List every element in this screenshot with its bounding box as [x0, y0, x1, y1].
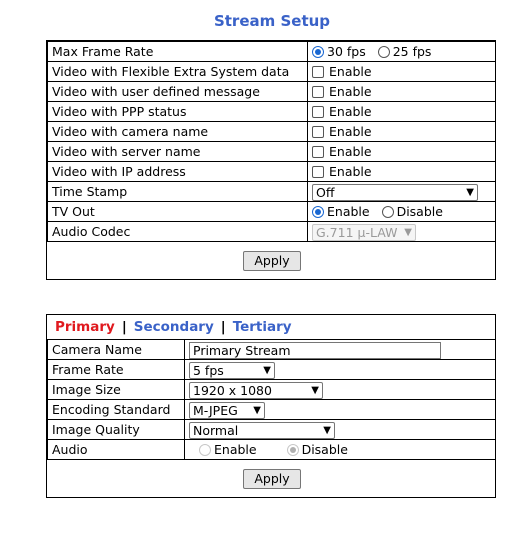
row-label: Video with Flexible Extra System data — [47, 61, 308, 82]
row-camera-name: Video with camera name Enable — [47, 121, 496, 142]
audio-disable-label: Disable — [301, 442, 348, 457]
stream-setup-table: Max Frame Rate 30 fps 25 fps Video with … — [47, 41, 496, 242]
row-label: Video with PPP status — [47, 101, 308, 122]
row-time-stamp: Time Stamp Off ▼ — [47, 181, 496, 202]
chevron-down-icon: ▼ — [263, 365, 271, 376]
frame-rate-30-label: 30 fps — [327, 44, 366, 59]
ip-address-checkbox[interactable] — [312, 166, 324, 178]
audio-enable-radio — [199, 444, 211, 456]
enable-label: Enable — [329, 124, 372, 139]
row-audio-codec: Audio Codec G.711 μ-LAW ▼ — [47, 221, 496, 242]
row-label: Encoding Standard — [47, 399, 185, 420]
row-label: Video with server name — [47, 141, 308, 162]
row-ppp-status: Video with PPP status Enable — [47, 101, 496, 122]
user-defined-message-checkbox[interactable] — [312, 86, 324, 98]
row-label: Time Stamp — [47, 181, 308, 202]
frame-rate-30-radio[interactable] — [312, 46, 324, 58]
server-name-checkbox[interactable] — [312, 146, 324, 158]
chevron-down-icon: ▼ — [466, 187, 474, 198]
audio-codec-select: G.711 μ-LAW ▼ — [312, 224, 416, 241]
image-quality-select[interactable]: Normal ▼ — [189, 422, 335, 439]
row-frame-rate: Frame Rate 5 fps ▼ — [47, 359, 496, 380]
tv-out-enable-label: Enable — [327, 204, 370, 219]
tab-secondary[interactable]: Secondary — [134, 319, 214, 335]
row-tv-out: TV Out Enable Disable — [47, 201, 496, 222]
frame-rate-value: 5 fps — [193, 363, 224, 378]
enable-label: Enable — [329, 64, 372, 79]
row-label: Image Quality — [47, 419, 185, 440]
audio-codec-value: G.711 μ-LAW — [316, 225, 398, 240]
page-title: Stream Setup — [213, 12, 331, 30]
encoding-standard-value: M-JPEG — [193, 403, 238, 418]
time-stamp-select[interactable]: Off ▼ — [312, 184, 478, 201]
row-image-quality: Image Quality Normal ▼ — [47, 419, 496, 440]
row-label: Video with user defined message — [47, 81, 308, 102]
stream-setup-panel: Max Frame Rate 30 fps 25 fps Video with … — [46, 40, 496, 280]
flexible-extra-system-checkbox[interactable] — [312, 66, 324, 78]
stream-apply-button[interactable]: Apply — [243, 469, 301, 489]
row-label: Frame Rate — [47, 359, 185, 380]
audio-disable-radio — [286, 444, 299, 456]
row-label: Audio — [47, 439, 185, 460]
time-stamp-value: Off — [316, 185, 335, 200]
row-image-size: Image Size 1920 x 1080 ▼ — [47, 379, 496, 400]
enable-label: Enable — [329, 84, 372, 99]
enable-label: Enable — [329, 144, 372, 159]
stream-tabs: Primary | Secondary | Tertiary — [55, 319, 292, 335]
chevron-down-icon: ▼ — [323, 425, 331, 436]
chevron-down-icon: ▼ — [311, 385, 319, 396]
row-max-frame-rate: Max Frame Rate 30 fps 25 fps — [47, 41, 496, 62]
camera-name-input[interactable]: Primary Stream — [189, 342, 441, 359]
row-label: Video with IP address — [47, 161, 308, 182]
tv-out-enable-radio[interactable] — [312, 206, 324, 218]
tv-out-disable-label: Disable — [396, 204, 443, 219]
image-quality-value: Normal — [193, 423, 239, 438]
row-label: Image Size — [47, 379, 185, 400]
row-user-defined-message: Video with user defined message Enable — [47, 81, 496, 102]
row-audio: Audio Enable Disable — [47, 439, 496, 460]
row-label: TV Out — [47, 201, 308, 222]
row-label: Video with camera name — [47, 121, 308, 142]
row-label: Camera Name — [47, 339, 185, 360]
tab-separator: | — [121, 319, 127, 335]
row-ip-address: Video with IP address Enable — [47, 161, 496, 182]
chevron-down-icon: ▼ — [404, 227, 412, 238]
chevron-down-icon: ▼ — [253, 405, 261, 416]
camera-name-checkbox[interactable] — [312, 126, 324, 138]
frame-rate-25-radio[interactable] — [377, 46, 390, 58]
encoding-standard-select[interactable]: M-JPEG ▼ — [189, 402, 265, 419]
tv-out-disable-radio[interactable] — [381, 206, 394, 218]
row-camera-name: Camera Name Primary Stream — [47, 339, 496, 360]
frame-rate-25-label: 25 fps — [392, 44, 432, 59]
max-frame-rate-control: 30 fps 25 fps — [307, 41, 496, 62]
stream-config-table: Camera Name Primary Stream Frame Rate 5 … — [47, 339, 496, 460]
tab-separator: | — [220, 319, 226, 335]
row-server-name: Video with server name Enable — [47, 141, 496, 162]
row-flexible-extra-system: Video with Flexible Extra System data En… — [47, 61, 496, 82]
enable-label: Enable — [329, 164, 372, 179]
frame-rate-select[interactable]: 5 fps ▼ — [189, 362, 275, 379]
image-size-value: 1920 x 1080 — [193, 383, 272, 398]
ppp-status-checkbox[interactable] — [312, 106, 324, 118]
row-encoding-standard: Encoding Standard M-JPEG ▼ — [47, 399, 496, 420]
setup-apply-button[interactable]: Apply — [243, 251, 301, 271]
enable-label: Enable — [329, 104, 372, 119]
row-label: Max Frame Rate — [47, 41, 308, 62]
stream-config-panel: Primary | Secondary | Tertiary Camera Name P… — [46, 314, 496, 498]
audio-enable-label: Enable — [214, 442, 257, 457]
row-label: Audio Codec — [47, 221, 308, 242]
tab-primary[interactable]: Primary — [55, 319, 115, 335]
image-size-select[interactable]: 1920 x 1080 ▼ — [189, 382, 323, 399]
tab-tertiary[interactable]: Tertiary — [233, 319, 292, 335]
